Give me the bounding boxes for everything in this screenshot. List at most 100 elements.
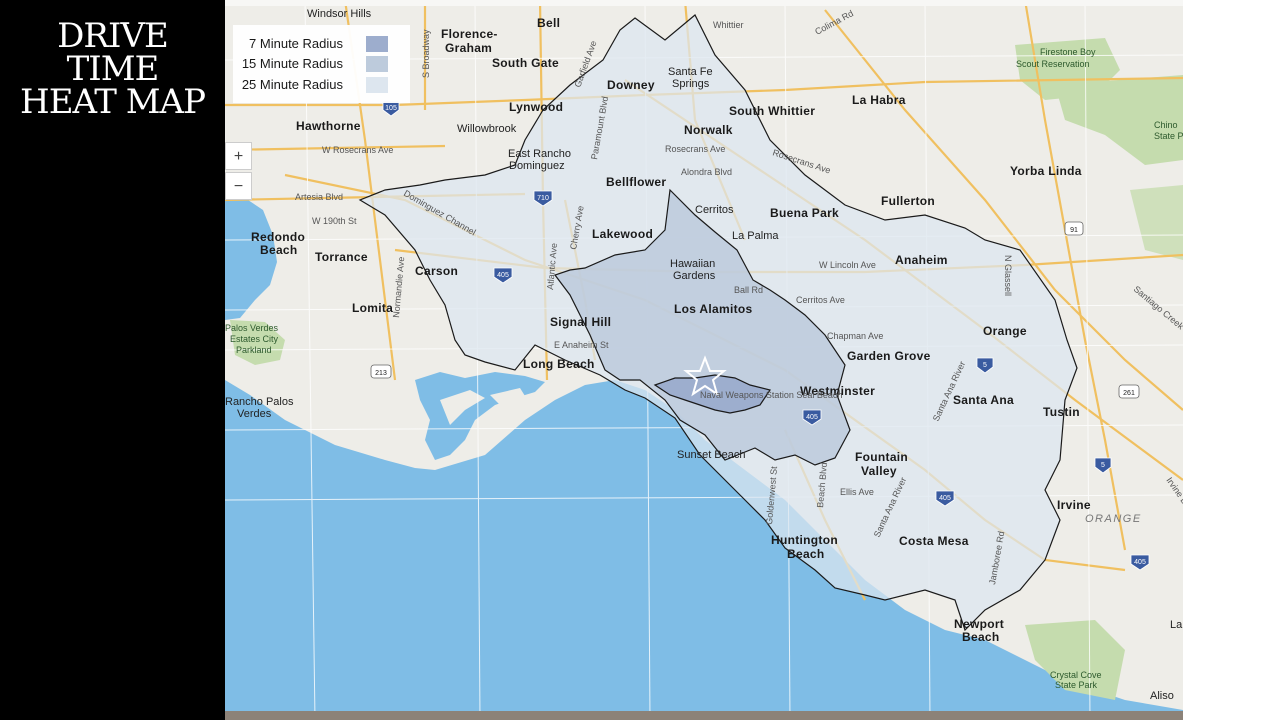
svg-text:Huntington: Huntington — [771, 533, 838, 547]
svg-text:Carson: Carson — [415, 264, 458, 278]
svg-text:261: 261 — [1123, 390, 1135, 397]
svg-text:Cerritos Ave: Cerritos Ave — [796, 295, 845, 305]
legend-swatch — [366, 77, 388, 93]
svg-text:South Whittier: South Whittier — [729, 104, 815, 118]
svg-text:Sunset Beach: Sunset Beach — [677, 449, 746, 461]
svg-text:Florence-: Florence- — [441, 27, 498, 41]
legend-swatch — [366, 36, 388, 52]
svg-text:Naval Weapons Station Seal Bea: Naval Weapons Station Seal Beach — [700, 390, 842, 400]
svg-text:Artesia Blvd: Artesia Blvd — [295, 192, 343, 202]
svg-text:Downey: Downey — [607, 78, 655, 92]
svg-text:State Park: State Park — [1055, 680, 1098, 690]
svg-text:Hawaiian: Hawaiian — [670, 258, 715, 270]
legend-label: 25 Minute Radius — [241, 77, 343, 92]
svg-text:405: 405 — [939, 495, 951, 502]
svg-text:Lomita: Lomita — [352, 301, 393, 315]
drive-time-map[interactable]: 105 710 405 405 91 5 261 405 5 405 213 W… — [225, 0, 1183, 720]
svg-text:E Anaheim St: E Anaheim St — [554, 340, 609, 350]
title-panel: DRIVE TIME HEAT MAP — [0, 0, 225, 720]
svg-text:Palos Verdes: Palos Verdes — [225, 323, 279, 333]
title-line-2: HEAT MAP — [20, 82, 206, 122]
shield-261: 261 — [1118, 384, 1140, 399]
map-bottom-edge — [225, 711, 1183, 720]
svg-text:710: 710 — [537, 195, 549, 202]
svg-text:Irvine: Irvine — [1057, 498, 1091, 512]
svg-text:Firestone Boy: Firestone Boy — [1040, 47, 1096, 57]
svg-text:105: 105 — [385, 105, 397, 112]
svg-text:Beach: Beach — [787, 547, 825, 561]
svg-text:South Gate: South Gate — [492, 56, 559, 70]
svg-text:Long Beach: Long Beach — [523, 357, 595, 371]
svg-text:Springs: Springs — [672, 78, 710, 90]
svg-text:Rancho Palos: Rancho Palos — [225, 396, 294, 408]
svg-text:5: 5 — [983, 362, 987, 369]
svg-text:Whittier: Whittier — [713, 20, 744, 30]
svg-text:La Palma: La Palma — [732, 230, 779, 242]
svg-text:Estates City: Estates City — [230, 334, 279, 344]
svg-text:La: La — [1170, 619, 1183, 631]
svg-text:Aliso: Aliso — [1150, 690, 1174, 702]
svg-text:Bell: Bell — [537, 16, 560, 30]
svg-text:Yorba Linda: Yorba Linda — [1010, 164, 1082, 178]
svg-text:Cerritos: Cerritos — [695, 204, 734, 216]
svg-text:Scout Reservation: Scout Reservation — [1016, 59, 1090, 69]
svg-text:Gardens: Gardens — [673, 270, 716, 282]
svg-text:State P: State P — [1154, 131, 1183, 141]
svg-text:Newport: Newport — [954, 617, 1004, 631]
svg-text:Orange: Orange — [983, 324, 1027, 338]
title-line-1: DRIVE TIME — [57, 16, 169, 89]
zoom-in-button[interactable]: + — [225, 142, 252, 170]
svg-text:213: 213 — [375, 370, 387, 377]
svg-text:Tustin: Tustin — [1043, 405, 1080, 419]
page-title: DRIVE TIME HEAT MAP — [10, 16, 215, 122]
svg-text:Lakewood: Lakewood — [592, 227, 653, 241]
svg-text:Alondra Blvd: Alondra Blvd — [681, 167, 732, 177]
zoom-out-button[interactable]: − — [225, 172, 252, 200]
svg-text:Norwalk: Norwalk — [684, 123, 733, 137]
svg-text:Torrance: Torrance — [315, 250, 368, 264]
svg-text:Beach: Beach — [962, 630, 1000, 644]
map-canvas[interactable]: 105 710 405 405 91 5 261 405 5 405 213 W… — [225, 0, 1183, 720]
svg-text:Anaheim: Anaheim — [895, 253, 948, 267]
svg-text:Santa Fe: Santa Fe — [668, 66, 713, 78]
svg-text:Fountain: Fountain — [855, 450, 908, 464]
svg-text:East Rancho: East Rancho — [508, 148, 571, 160]
svg-text:Redondo: Redondo — [251, 230, 305, 244]
svg-text:W 190th St: W 190th St — [312, 216, 357, 226]
svg-text:Hawthorne: Hawthorne — [296, 119, 361, 133]
region-label: ORANGE — [1085, 513, 1142, 525]
svg-text:405: 405 — [806, 414, 818, 421]
legend: 7 Minute Radius 15 Minute Radius 25 Minu… — [233, 25, 410, 103]
svg-text:Willowbrook: Willowbrook — [457, 123, 517, 135]
svg-text:Verdes: Verdes — [237, 408, 272, 420]
svg-text:405: 405 — [497, 272, 509, 279]
svg-text:91: 91 — [1070, 227, 1078, 234]
svg-text:Buena Park: Buena Park — [770, 206, 839, 220]
svg-text:Valley: Valley — [861, 464, 897, 478]
map-top-edge — [225, 0, 1183, 6]
svg-text:Chapman Ave: Chapman Ave — [827, 331, 883, 341]
legend-label: 15 Minute Radius — [241, 56, 343, 71]
legend-item-25-min: 25 Minute Radius — [233, 74, 410, 94]
svg-text:Graham: Graham — [445, 41, 492, 55]
legend-label: 7 Minute Radius — [249, 36, 343, 51]
svg-text:Signal Hill: Signal Hill — [550, 315, 611, 329]
svg-text:Los Alamitos: Los Alamitos — [674, 302, 753, 316]
svg-text:Rosecrans Ave: Rosecrans Ave — [665, 144, 725, 154]
svg-text:Chino: Chino — [1154, 120, 1178, 130]
svg-text:Crystal Cove: Crystal Cove — [1050, 670, 1102, 680]
svg-text:W Rosecrans Ave: W Rosecrans Ave — [322, 145, 393, 155]
svg-text:Ellis Ave: Ellis Ave — [840, 487, 874, 497]
svg-text:Santa Ana: Santa Ana — [953, 393, 1014, 407]
shield-213: 213 — [370, 364, 392, 379]
svg-text:Fullerton: Fullerton — [881, 194, 935, 208]
svg-text:W Lincoln Ave: W Lincoln Ave — [819, 260, 876, 270]
svg-text:Garden Grove: Garden Grove — [847, 349, 931, 363]
legend-swatch — [366, 56, 388, 72]
svg-text:S Broadway: S Broadway — [421, 29, 431, 78]
right-margin — [1183, 0, 1280, 720]
svg-text:Beach: Beach — [260, 243, 298, 257]
svg-text:5: 5 — [1101, 462, 1105, 469]
legend-item-15-min: 15 Minute Radius — [233, 53, 410, 73]
svg-text:Dominguez: Dominguez — [509, 160, 565, 172]
